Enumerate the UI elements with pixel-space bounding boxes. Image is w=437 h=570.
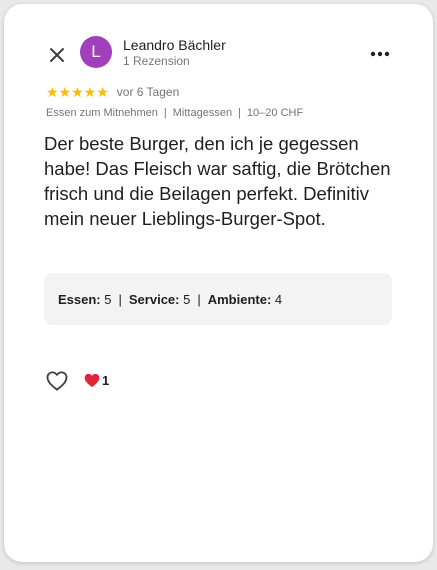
review-meta: Essen zum Mitnehmen | Mittagessen | 10–2… [46, 107, 303, 119]
subrating-value-service: 5 [183, 291, 191, 307]
meta-separator: | [238, 107, 241, 119]
review-time: vor 6 Tagen [116, 85, 180, 99]
more-options-button[interactable] [366, 40, 394, 68]
reaction-summary[interactable]: 1 [84, 373, 109, 388]
subrating-label-service: Service: [128, 291, 180, 307]
more-vert-icon [370, 51, 390, 57]
review-card: L Leandro Bächler 1 Rezension ★★★★★ vor … [4, 4, 433, 562]
meta-service-type: Essen zum Mitnehmen [46, 107, 158, 119]
reviewer-name[interactable]: Leandro Bächler [123, 37, 226, 53]
subrating-separator: | [197, 291, 201, 307]
subrating-separator: | [118, 291, 122, 307]
subrating-label-ambience: Ambiente: [207, 291, 272, 307]
close-icon [50, 48, 64, 62]
subrating-value-food: 5 [104, 291, 112, 307]
star-rating: ★★★★★ [46, 84, 109, 100]
close-button[interactable] [44, 42, 70, 68]
like-button[interactable] [44, 368, 70, 394]
reaction-count: 1 [102, 373, 110, 388]
meta-separator: | [163, 107, 167, 119]
review-text: Der beste Burger, den ich je gegessen ha… [44, 133, 391, 229]
reviewer-review-count: 1 Rezension [123, 54, 190, 68]
heart-outline-icon [46, 371, 68, 391]
subrating-label-food: Essen: [58, 291, 101, 307]
meta-price-range: 10–20 CHF [246, 107, 304, 119]
subratings-box: Essen: 5 | Service: 5 | Ambiente: 4 [44, 273, 392, 325]
rating-row: ★★★★★ vor 6 Tagen [46, 84, 179, 100]
avatar[interactable]: L [80, 36, 112, 68]
avatar-letter: L [91, 42, 101, 61]
heart-filled-icon [84, 373, 100, 388]
meta-meal-type: Mittagessen [172, 107, 233, 119]
subrating-value-ambience: 4 [274, 291, 283, 307]
